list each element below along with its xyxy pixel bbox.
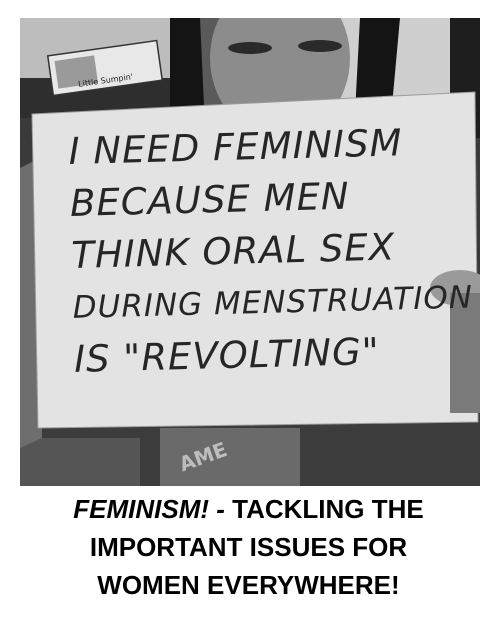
sign-text: I NEED FEMINISM BECAUSE MEN THINK ORAL S… xyxy=(68,115,480,386)
caption-line-1: FEMINISM! - TACKLING THE xyxy=(0,490,497,528)
caption-line-3: WOMEN EVERYWHERE! xyxy=(97,570,400,600)
caption: FEMINISM! - TACKLING THE IMPORTANT ISSUE… xyxy=(0,490,497,604)
sign-line: DURING MENSTRUATION xyxy=(72,279,474,326)
meme-image: AME Little Sumpin' I NEED FEMINISM BECAU… xyxy=(0,0,497,626)
caption-line-2: IMPORTANT ISSUES FOR xyxy=(89,532,408,562)
photo: AME Little Sumpin' I NEED FEMINISM BECAU… xyxy=(20,18,480,486)
sign-line: IS "REVOLTING" xyxy=(73,329,381,381)
caption-emphasis: FEMINISM! - xyxy=(73,494,225,524)
caption-line-1-rest: TACKLING THE xyxy=(224,494,424,524)
